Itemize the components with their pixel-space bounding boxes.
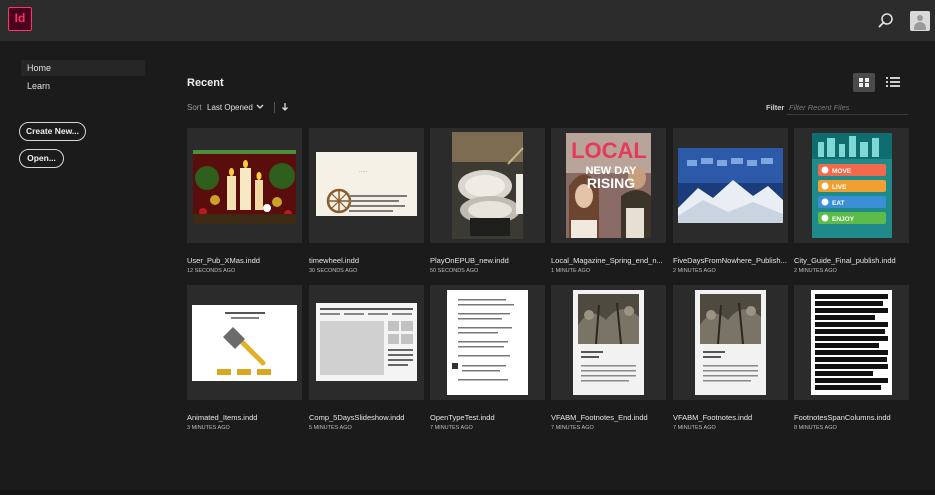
mountain-presentation-image xyxy=(673,128,788,243)
sidebar-item-learn[interactable]: Learn xyxy=(21,78,145,94)
file-name[interactable]: User_Pub_XMas.indd xyxy=(187,256,302,265)
dense-text-page-image xyxy=(794,285,909,400)
opentype-text-page-image xyxy=(430,285,545,400)
svg-text:·····: ····· xyxy=(359,169,368,175)
guide-item-move: MOVE xyxy=(832,168,852,175)
tree-photo-footnotes-image xyxy=(673,285,788,400)
file-thumbnail[interactable] xyxy=(673,128,788,243)
filter-input[interactable] xyxy=(787,100,908,115)
tree-photo-footnotes-image xyxy=(551,285,666,400)
file-time: 1 MINUTE AGO xyxy=(551,268,591,274)
file-thumbnail[interactable] xyxy=(187,128,302,243)
title-bar: Id xyxy=(0,0,935,42)
sort-dropdown[interactable]: Last Opened xyxy=(207,102,253,114)
slideshow-layout-image xyxy=(309,285,424,400)
file-thumbnail[interactable] xyxy=(187,285,302,400)
guide-item-eat: EAT xyxy=(832,200,845,207)
indesign-logo: Id xyxy=(8,7,32,31)
grid-view-button[interactable] xyxy=(853,73,875,92)
sort-direction-arrow-icon[interactable] xyxy=(281,101,289,117)
list-view-button[interactable] xyxy=(886,75,900,89)
file-thumbnail[interactable] xyxy=(430,128,545,243)
file-time: 50 SECONDS AGO xyxy=(430,268,479,274)
file-thumbnail[interactable]: ····· xyxy=(309,128,424,243)
file-name[interactable]: Local_Magazine_Spring_end_n... xyxy=(551,256,666,265)
magazine-headline-2: RISING xyxy=(587,175,635,191)
file-name[interactable]: FiveDaysFromNowhere_Publish... xyxy=(673,256,788,265)
file-time: 30 SECONDS AGO xyxy=(309,268,358,274)
file-name[interactable]: timewheel.indd xyxy=(309,256,424,265)
christmas-candles-image xyxy=(187,128,302,243)
open-button[interactable]: Open... xyxy=(19,149,64,168)
file-time: 7 MINUTES AGO xyxy=(673,425,716,431)
hammer-document-image xyxy=(187,285,302,400)
search-icon[interactable] xyxy=(877,12,895,30)
file-time: 12 SECONDS AGO xyxy=(187,268,236,274)
file-time: 2 MINUTES AGO xyxy=(673,268,716,274)
file-thumbnail[interactable] xyxy=(551,285,666,400)
file-thumbnail[interactable] xyxy=(794,285,909,400)
page-title: Recent xyxy=(187,77,224,89)
file-time: 8 MINUTES AGO xyxy=(794,425,837,431)
file-time: 2 MINUTES AGO xyxy=(794,268,837,274)
file-thumbnail[interactable]: LOCAL NEW DAY RISING xyxy=(551,128,666,243)
sidebar-item-home[interactable]: Home xyxy=(21,60,145,76)
file-thumbnail[interactable] xyxy=(673,285,788,400)
file-name[interactable]: FootnotesSpanColumns.indd xyxy=(794,413,909,422)
sidebar: Home Learn Create New... Open... xyxy=(0,43,160,495)
file-time: 7 MINUTES AGO xyxy=(551,425,594,431)
drum-photo-image xyxy=(430,128,545,243)
chevron-down-icon[interactable] xyxy=(256,101,264,117)
file-name[interactable]: City_Guide_Final_publish.indd xyxy=(794,256,909,265)
file-name[interactable]: Comp_5DaysSlideshow.indd xyxy=(309,413,424,422)
bottom-edge xyxy=(0,490,935,495)
timewheel-document-image: ····· xyxy=(309,128,424,243)
guide-item-live: LIVE xyxy=(832,184,847,191)
file-time: 5 MINUTES AGO xyxy=(309,425,352,431)
guide-item-enjoy: ENJOY xyxy=(832,216,855,223)
sort-label: Sort xyxy=(187,103,202,112)
file-thumbnail[interactable] xyxy=(309,285,424,400)
city-guide-app-image: MOVE LIVE EAT ENJOY xyxy=(794,128,909,243)
file-name[interactable]: OpenTypeTest.indd xyxy=(430,413,545,422)
file-name[interactable]: VFABM_Footnotes.indd xyxy=(673,413,788,422)
user-avatar[interactable] xyxy=(910,11,930,31)
file-time: 7 MINUTES AGO xyxy=(430,425,473,431)
file-name[interactable]: PlayOnEPUB_new.indd xyxy=(430,256,545,265)
file-time: 3 MINUTES AGO xyxy=(187,425,230,431)
filter-label: Filter xyxy=(766,103,785,112)
file-thumbnail[interactable] xyxy=(430,285,545,400)
file-name[interactable]: Animated_Items.indd xyxy=(187,413,302,422)
magazine-title: LOCAL xyxy=(571,138,647,163)
magazine-cover-image: LOCAL NEW DAY RISING xyxy=(551,128,666,243)
file-name[interactable]: VFABM_Footnotes_End.indd xyxy=(551,413,666,422)
file-thumbnail[interactable]: MOVE LIVE EAT ENJOY xyxy=(794,128,909,243)
create-new-button[interactable]: Create New... xyxy=(19,122,86,141)
